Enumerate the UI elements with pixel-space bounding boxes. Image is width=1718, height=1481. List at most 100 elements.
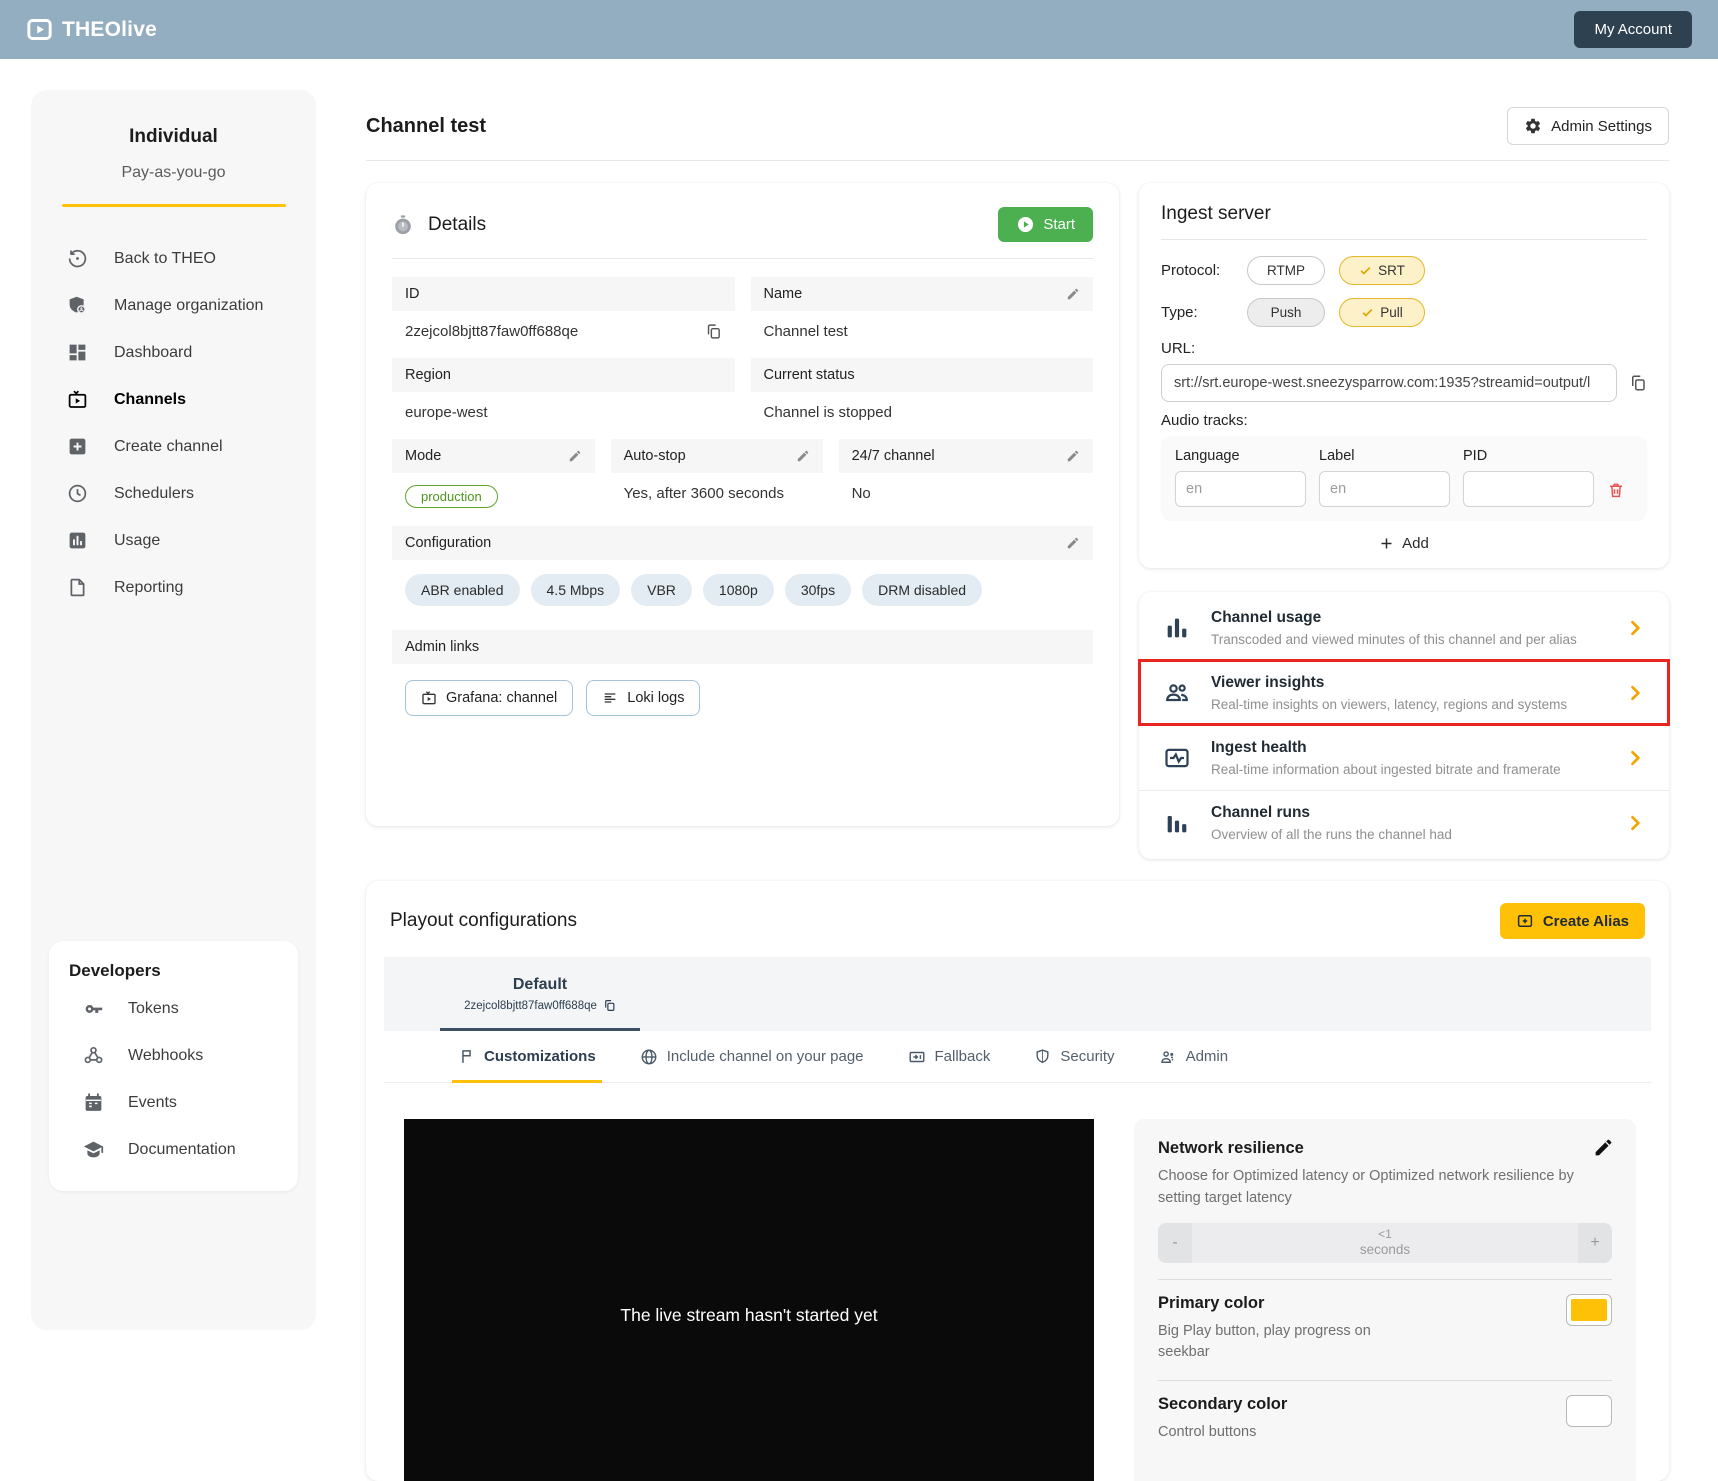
pid-column-label: PID [1463,448,1594,464]
sidebar-item-manage-organization[interactable]: Manage organization [67,282,316,329]
delete-track-button[interactable] [1607,481,1633,507]
channel-runs-row[interactable]: Channel runs Overview of all the runs th… [1139,790,1669,855]
sidebar-item-label: Dashboard [114,344,192,362]
brand-logo[interactable]: THEOlive [26,16,157,43]
video-player[interactable]: The live stream hasn't started yet [404,1119,1094,1481]
sidebar: Individual Pay-as-you-go Back to THEO Ma… [31,90,316,1330]
tab-admin[interactable]: Admin [1159,1031,1229,1082]
network-resilience-title: Network resilience [1158,1139,1612,1158]
dashboard-icon [67,342,88,363]
edit-channel247-button[interactable] [1066,449,1080,463]
create-alias-button[interactable]: Create Alias [1500,903,1645,939]
tab-default-alias[interactable]: Default 2zejcol8bjtt87faw0ff688qe [440,957,640,1031]
sidebar-item-events[interactable]: Events [69,1079,298,1126]
my-account-button[interactable]: My Account [1574,11,1692,48]
sidebar-item-webhooks[interactable]: Webhooks [69,1032,298,1079]
sidebar-item-tokens[interactable]: Tokens [69,985,298,1032]
sidebar-nav: Back to THEO Manage organization Dashboa… [31,225,316,611]
label-input[interactable] [1319,471,1450,507]
main-content: Channel test Admin Settings Details [366,104,1669,1481]
tab-fallback[interactable]: Fallback [908,1031,991,1082]
edit-autostop-button[interactable] [796,449,810,463]
sidebar-item-label: Manage organization [114,297,263,315]
config-chip: DRM disabled [862,574,982,606]
latency-decrease-button[interactable]: - [1158,1223,1192,1263]
edit-configuration-button[interactable] [1066,536,1080,550]
copy-alias-id-button[interactable] [603,999,616,1012]
insight-title: Viewer insights [1211,674,1607,692]
primary-color-description: Big Play button, play progress on seekba… [1158,1321,1405,1365]
stopwatch-icon [392,214,414,236]
autostop-field-label: Auto-stop [611,439,823,473]
details-divider [392,258,1093,259]
sidebar-item-dashboard[interactable]: Dashboard [67,329,316,376]
mode-badge: production [405,485,498,508]
grafana-channel-button[interactable]: Grafana: channel [405,680,573,716]
people-icon [1163,679,1193,707]
latency-increase-button[interactable]: + [1578,1223,1612,1263]
insight-subtitle: Transcoded and viewed minutes of this ch… [1211,632,1607,647]
playout-subtabs: Customizations Include channel on your p… [384,1031,1651,1083]
admin-settings-button[interactable]: Admin Settings [1507,107,1669,145]
sidebar-item-reporting[interactable]: Reporting [67,564,316,611]
tab-customizations[interactable]: Customizations [458,1031,596,1082]
secondary-color-value [1571,1400,1607,1422]
primary-color-title: Primary color [1158,1294,1426,1313]
status-field-label: Current status [751,358,1094,392]
protocol-rtmp-option[interactable]: RTMP [1247,256,1325,285]
add-box-icon [67,436,88,457]
edit-customizations-button[interactable] [1593,1137,1614,1158]
name-field-label: Name [751,277,1094,311]
chevron-right-icon [1625,813,1645,833]
channel-usage-row[interactable]: Channel usage Transcoded and viewed minu… [1139,596,1669,660]
channel247-value: No [852,485,871,502]
sidebar-item-label: Back to THEO [114,250,216,268]
loki-logs-button[interactable]: Loki logs [586,680,700,716]
sidebar-item-usage[interactable]: Usage [67,517,316,564]
pid-input[interactable] [1463,471,1594,507]
chevron-right-icon [1625,748,1645,768]
ingest-server-card: Ingest server Protocol: RTMP SRT Type: P… [1139,183,1669,568]
chevron-right-icon [1625,683,1645,703]
type-push-option[interactable]: Push [1247,298,1325,327]
ingest-health-row[interactable]: Ingest health Real-time information abou… [1139,725,1669,790]
region-field-label: Region [392,358,735,392]
add-box-icon [1516,912,1534,930]
tab-security[interactable]: Security [1034,1031,1114,1082]
protocol-srt-option[interactable]: SRT [1339,256,1425,285]
sidebar-item-create-channel[interactable]: Create channel [67,423,316,470]
org-divider [62,204,286,207]
sidebar-item-label: Schedulers [114,485,194,503]
audio-tracks-panel: Language Label PID [1161,436,1647,521]
start-button[interactable]: Start [998,207,1093,242]
type-pull-option[interactable]: Pull [1339,298,1425,327]
sidebar-item-back-to-theo[interactable]: Back to THEO [67,235,316,282]
copy-id-button[interactable] [705,323,722,340]
config-chip: 30fps [785,574,851,606]
panel-divider [1158,1380,1612,1381]
tab-include-channel[interactable]: Include channel on your page [640,1031,864,1082]
webhook-icon [83,1045,104,1066]
secondary-color-description: Control buttons [1158,1422,1277,1444]
check-icon [1361,306,1374,319]
edit-mode-button[interactable] [568,449,582,463]
primary-color-swatch[interactable] [1566,1294,1612,1326]
sidebar-item-label: Usage [114,532,160,550]
sidebar-item-schedulers[interactable]: Schedulers [67,470,316,517]
ingest-url-input[interactable] [1161,364,1617,402]
details-card: Details Start ID 2zejcol8bjtt87faw0ff688… [366,183,1119,826]
developers-title: Developers [69,961,298,981]
sidebar-item-channels[interactable]: Channels [67,376,316,423]
add-audio-track-button[interactable]: Add [1161,535,1647,552]
secondary-color-swatch[interactable] [1566,1395,1612,1427]
calendar-icon [83,1092,104,1113]
language-input[interactable] [1175,471,1306,507]
sidebar-item-label: Events [128,1094,177,1112]
latency-value-display: <1 seconds [1192,1223,1578,1263]
copy-url-button[interactable] [1629,374,1647,392]
insight-title: Channel usage [1211,609,1607,627]
check-icon [1359,264,1372,277]
edit-name-button[interactable] [1066,287,1080,301]
viewer-insights-row[interactable]: Viewer insights Real-time insights on vi… [1139,660,1669,725]
sidebar-item-documentation[interactable]: Documentation [69,1126,298,1173]
